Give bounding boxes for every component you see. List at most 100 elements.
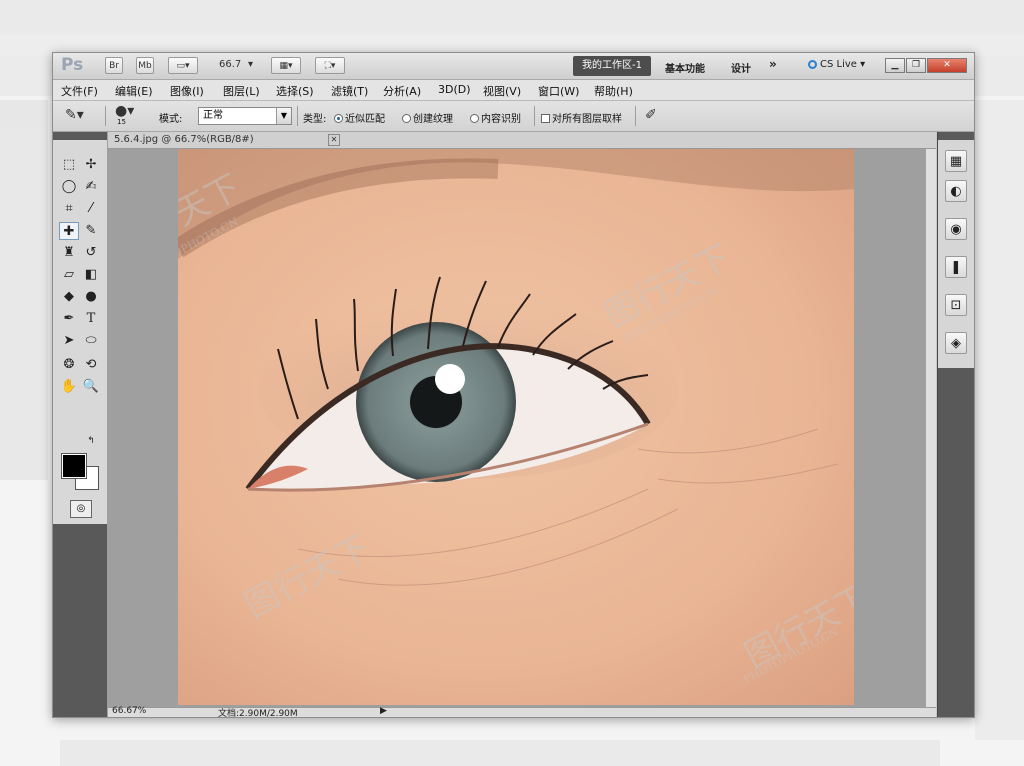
application-bar: Ps Br Mb ▭▾ 66.7 ▾ ▦▾ ⛶▾ 我的工作区-1 基本功能 设计… [53, 53, 974, 80]
bridge-icon[interactable]: Br [105, 57, 123, 74]
photoshop-window: Ps Br Mb ▭▾ 66.7 ▾ ▦▾ ⛶▾ 我的工作区-1 基本功能 设计… [52, 52, 975, 718]
clone-stamp-tool-icon[interactable]: ♜ [59, 244, 79, 262]
radio-content-aware-label: 内容识别 [481, 114, 521, 125]
sample-all-layers-checkbox[interactable]: 对所有图层取样 [541, 110, 622, 125]
options-bar: ✎▾ ●▾ 15 模式: 正常 ▼ 类型: 近似匹配 创建纹理 内容识别 对所有… [53, 101, 974, 132]
quick-select-tool-icon[interactable]: ✍ [81, 178, 101, 196]
menu-layer[interactable]: 图层(L) [223, 83, 260, 99]
minimize-button[interactable]: ▁ [885, 58, 905, 73]
brush-preset-icon[interactable]: ●▾ [115, 103, 134, 119]
menu-3d[interactable]: 3D(D) [438, 83, 471, 96]
panel-grip [938, 132, 974, 140]
radio-create-texture[interactable]: 创建纹理 [402, 110, 453, 125]
arrange-documents-icon[interactable]: ▦▾ [271, 57, 301, 74]
menu-edit[interactable]: 编辑(E) [115, 83, 153, 99]
masks-icon[interactable]: ◉ [945, 218, 967, 240]
crop-tool-icon[interactable]: ⌗ [59, 200, 79, 218]
screen-mode-icon[interactable]: ⛶▾ [315, 57, 345, 74]
mini-bridge-icon[interactable]: Mb [136, 57, 154, 74]
adjustments-icon[interactable]: ◐ [945, 180, 967, 202]
mode-select[interactable]: 正常 ▼ [198, 107, 292, 125]
brush-tool-icon[interactable]: ✎ [81, 222, 101, 240]
status-menu-arrow-icon[interactable]: ▶ [380, 706, 387, 716]
gradient-tool-icon[interactable]: ◧ [81, 266, 101, 284]
canvas-area: 5.6.4.jpg @ 66.7%(RGB/8#) ✕ 图行天下 图行天下 PH… [108, 132, 936, 717]
transform-icon[interactable]: ⊡ [945, 294, 967, 316]
chevron-down-icon[interactable]: ▾ [248, 59, 253, 70]
panel-dock: ▦ ◐ ◉ ❚ ⊡ ◈ [937, 132, 974, 717]
catchlight [435, 364, 465, 394]
menu-view[interactable]: 视图(V) [483, 83, 521, 99]
marquee-tool-icon[interactable]: ⬚ [59, 156, 79, 174]
eyedropper-tool-icon[interactable]: ⁄ [81, 200, 101, 218]
workspace-essentials[interactable]: 基本功能 [665, 60, 705, 75]
hand-tool-icon[interactable]: ✋ [59, 378, 79, 396]
zoom-tool-icon[interactable]: 🔍 [81, 378, 101, 396]
cs-live-label: CS Live [820, 59, 857, 70]
menu-select[interactable]: 选择(S) [276, 83, 314, 99]
3d-rotate-tool-icon[interactable]: ❂ [59, 356, 79, 374]
workspace-button[interactable]: 我的工作区-1 [573, 56, 651, 76]
shape-tool-icon[interactable]: ⬭ [81, 332, 101, 350]
eraser-tool-icon[interactable]: ▱ [59, 266, 79, 284]
panel-grip [53, 132, 107, 140]
foreground-color-swatch[interactable] [61, 453, 87, 479]
ghost-status [60, 740, 940, 766]
document-tab-title: 5.6.4.jpg @ 66.7%(RGB/8#) [114, 134, 254, 145]
menu-image[interactable]: 图像(I) [170, 83, 204, 99]
vertical-scrollbar[interactable] [926, 149, 936, 707]
move-tool-icon[interactable]: ✢ [81, 156, 101, 174]
swap-colors-icon[interactable]: ↰ [81, 432, 101, 450]
view-extras-icon[interactable]: ▭▾ [168, 57, 198, 74]
spot-healing-tool-icon[interactable]: ✚ [59, 222, 79, 240]
radio-content-aware[interactable]: 内容识别 [470, 110, 521, 125]
checkbox-icon [541, 114, 550, 123]
radio-off-icon [402, 114, 411, 123]
layers-icon[interactable]: ◈ [945, 332, 967, 354]
brush-size: 15 [117, 118, 126, 126]
blur-tool-icon[interactable]: ◆ [59, 288, 79, 306]
menu-filter[interactable]: 滤镜(T) [331, 83, 368, 99]
eye-photo[interactable]: 图行天下 PHOTOPHOTO.CN 图行天下 PHOTOPHOTO.CN 图行… [178, 149, 854, 705]
workspace-design[interactable]: 设计 [731, 60, 751, 75]
lasso-tool-icon[interactable]: ◯ [59, 178, 79, 196]
spot-healing-brush-icon[interactable]: ✎▾ [65, 107, 84, 123]
ps-logo: Ps [61, 55, 84, 75]
chevron-down-icon: ▼ [276, 108, 291, 124]
eye-photo-illustration [178, 149, 854, 705]
close-button[interactable]: ✕ [927, 58, 967, 73]
quick-mask-icon[interactable]: ◎ [70, 500, 92, 518]
cs-live-button[interactable]: CS Live ▾ [808, 59, 865, 70]
tools-panel: ⬚ ✢ ◯ ✍ ⌗ ⁄ ✚ ✎ ♜ ↺ ▱ ◧ ◆ ● ✒ T ➤ ⬭ ❂ ⟲ … [53, 132, 108, 717]
menu-file[interactable]: 文件(F) [61, 83, 98, 99]
radio-create-texture-label: 创建纹理 [413, 114, 453, 125]
radio-on-icon [334, 114, 343, 123]
radio-off-icon [470, 114, 479, 123]
type-tool-icon[interactable]: T [81, 310, 101, 328]
status-bar: 66.67% 文档:2.90M/2.90M ▶ [108, 706, 936, 717]
histogram-icon[interactable]: ▦ [945, 150, 967, 172]
menu-help[interactable]: 帮助(H) [594, 83, 633, 99]
separator [297, 106, 298, 126]
menu-analysis[interactable]: 分析(A) [383, 83, 421, 99]
clone-source-icon[interactable]: ❚ [945, 256, 967, 278]
panel-icon-strip: ▦ ◐ ◉ ❚ ⊡ ◈ [938, 132, 974, 368]
zoom-dropdown[interactable]: 66.7 [219, 59, 241, 70]
pen-tool-icon[interactable]: ✒ [59, 310, 79, 328]
menu-bar: 文件(F) 编辑(E) 图像(I) 图层(L) 选择(S) 滤镜(T) 分析(A… [53, 80, 974, 101]
mode-label: 模式: [159, 114, 183, 125]
close-document-icon[interactable]: ✕ [328, 134, 340, 146]
overflow-chevron-icon[interactable]: » [769, 57, 777, 71]
type-label: 类型: [303, 114, 327, 125]
radio-proximity-match[interactable]: 近似匹配 [334, 110, 385, 125]
path-select-tool-icon[interactable]: ➤ [59, 332, 79, 350]
dodge-tool-icon[interactable]: ● [81, 288, 101, 306]
zoom-status[interactable]: 66.67% [112, 706, 146, 716]
ghost-titlebar [0, 0, 1024, 34]
pressure-brush-icon[interactable]: ✐ [645, 107, 657, 123]
menu-window[interactable]: 窗口(W) [538, 83, 579, 99]
history-brush-tool-icon[interactable]: ↺ [81, 244, 101, 262]
3d-orbit-tool-icon[interactable]: ⟲ [81, 356, 101, 374]
restore-button[interactable]: ❐ [906, 58, 926, 73]
document-tab[interactable]: 5.6.4.jpg @ 66.7%(RGB/8#) ✕ [108, 132, 936, 149]
